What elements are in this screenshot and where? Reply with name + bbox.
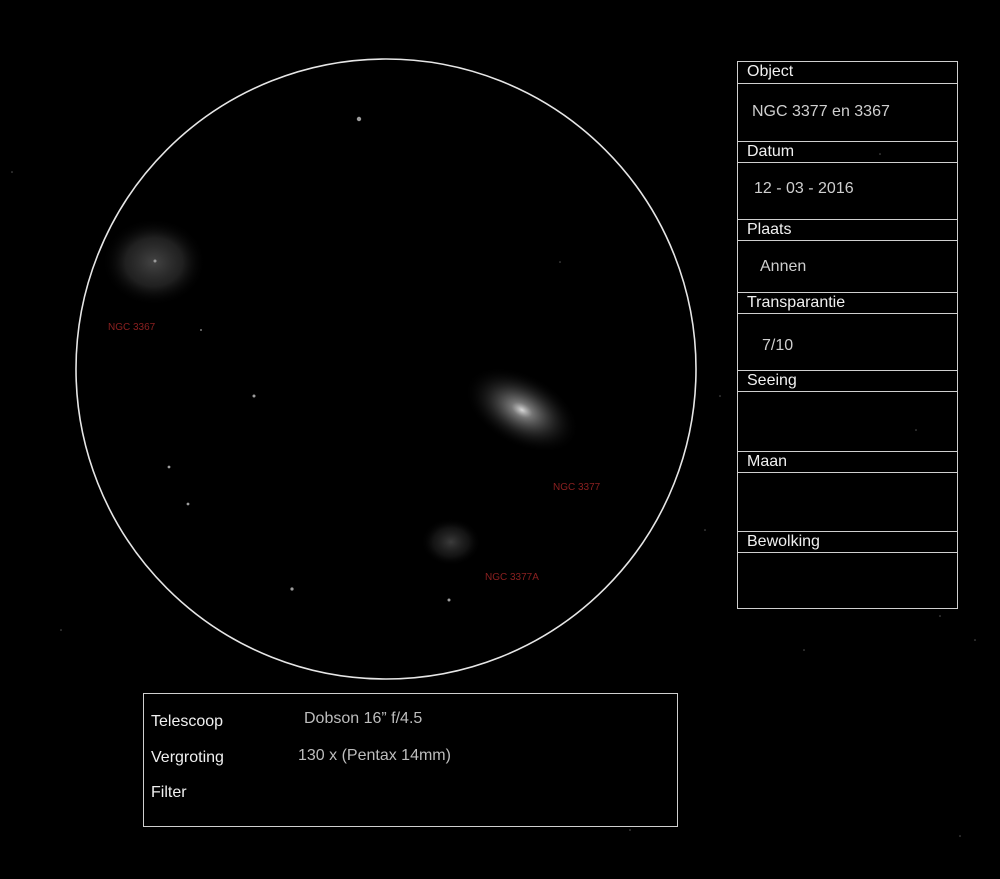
clouds-heading: Bewolking [738,531,957,553]
galaxy-ngc3367-core [153,259,157,263]
seeing-heading: Seeing [738,370,957,392]
star [447,598,451,602]
date-heading: Datum [738,141,957,163]
star [200,329,202,331]
place-heading: Plaats [738,219,957,241]
label-ngc3367: NGC 3367 [108,322,156,333]
observation-panel: Object NGC 3377 en 3367 Datum 12 - 03 - … [737,61,958,609]
galaxy-ngc3377 [464,366,580,454]
magnification-value: 130 x (Pentax 14mm) [298,747,451,764]
star [252,394,256,398]
object-value: NGC 3377 en 3367 [752,103,890,120]
equipment-panel: Telescoop Dobson 16” f/4.5 Vergroting 13… [143,693,678,827]
transparency-value: 7/10 [762,337,794,354]
object-heading: Object [738,62,957,84]
field-of-view-circle [75,58,697,680]
star [290,587,294,591]
filter-label: Filter [151,784,187,801]
moon-heading: Maan [738,451,957,473]
telescope-label: Telescoop [151,713,224,730]
label-ngc3377: NGC 3377 [553,482,601,493]
telescope-value: Dobson 16” f/4.5 [304,710,423,727]
stars [167,116,451,602]
magnification-label: Vergroting [151,749,224,766]
label-ngc3377a: NGC 3377A [485,572,539,583]
star [167,465,171,469]
place-value: Annen [760,258,807,275]
transparency-heading: Transparantie [738,292,957,314]
star [186,502,190,506]
galaxy-ngc3377a [421,518,481,566]
date-value: 12 - 03 - 2016 [754,180,854,197]
star [356,116,362,122]
